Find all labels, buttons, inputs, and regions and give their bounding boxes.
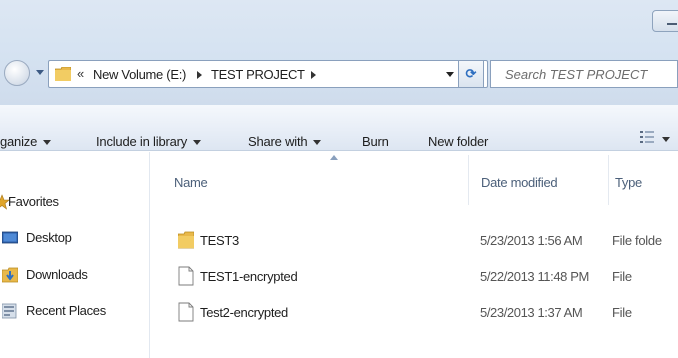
nav-item-label: Desktop [26, 230, 72, 245]
recent-places-icon [2, 303, 17, 319]
file-name: TEST3 [200, 233, 239, 248]
address-bar[interactable]: « New Volume (E:) TEST PROJECT [48, 60, 488, 88]
refresh-icon: ⟳ [465, 66, 477, 81]
column-header-label: Date modified [481, 175, 558, 190]
folder-icon [55, 67, 71, 81]
sort-ascending-icon [330, 155, 338, 160]
share-with-menu[interactable]: Share with [248, 134, 322, 149]
title-bar [0, 0, 678, 105]
address-dropdown-icon[interactable] [446, 72, 454, 77]
file-row[interactable]: TEST1-encrypted 5/22/2013 11:48 PM File [150, 264, 678, 290]
file-type: File [612, 269, 632, 284]
file-type: File folde [612, 233, 662, 248]
file-name: Test2-encrypted [200, 305, 288, 320]
nav-item-label: Recent Places [26, 303, 106, 318]
file-date-modified: 5/23/2013 1:37 AM [480, 305, 583, 320]
share-with-label: Share with [248, 134, 308, 149]
back-button[interactable] [4, 60, 30, 86]
desktop-icon [2, 231, 18, 244]
change-view-icon[interactable] [640, 130, 654, 144]
file-icon [178, 302, 194, 322]
navigation-pane [0, 152, 150, 358]
breadcrumb-new-volume[interactable]: New Volume (E:) [93, 67, 186, 82]
burn-button[interactable]: Burn [362, 134, 389, 149]
search-box[interactable] [490, 60, 678, 88]
file-row[interactable]: Test2-encrypted 5/23/2013 1:37 AM File [150, 300, 678, 326]
column-header-name[interactable]: Name [150, 155, 468, 205]
chevron-down-icon [43, 140, 52, 146]
file-name: TEST1-encrypted [200, 269, 298, 284]
minimize-button[interactable] [652, 10, 678, 32]
nav-item-label: Downloads [26, 267, 88, 282]
organize-label: ganize [0, 134, 38, 149]
file-date-modified: 5/22/2013 11:48 PM [480, 269, 589, 284]
refresh-button[interactable]: ⟳ [458, 60, 484, 88]
file-date-modified: 5/23/2013 1:56 AM [480, 233, 583, 248]
column-header-label: Type [615, 175, 642, 190]
column-header-label: Name [174, 175, 208, 190]
chevron-down-icon[interactable] [662, 137, 670, 142]
chevron-down-icon [193, 140, 202, 146]
breadcrumb-test-project[interactable]: TEST PROJECT [211, 67, 305, 82]
new-folder-button[interactable]: New folder [428, 134, 488, 149]
downloads-icon [2, 267, 18, 283]
column-header-type[interactable]: Type [608, 155, 678, 205]
recent-locations-dropdown[interactable] [36, 70, 44, 75]
include-in-library-label: Include in library [96, 134, 188, 149]
file-icon [178, 266, 194, 286]
file-row[interactable]: TEST3 5/23/2013 1:56 AM File folde [150, 228, 678, 254]
breadcrumb-arrow-icon[interactable] [197, 71, 202, 79]
chevron-down-icon [313, 140, 322, 146]
folder-icon [178, 231, 194, 249]
nav-item-label: Favorites [8, 194, 59, 209]
minimize-icon [667, 23, 677, 25]
breadcrumb-arrow-icon[interactable] [311, 71, 316, 79]
search-input[interactable] [491, 61, 677, 87]
file-type: File [612, 305, 632, 320]
organize-menu[interactable]: ganize [0, 134, 52, 149]
include-in-library-menu[interactable]: Include in library [96, 134, 202, 149]
breadcrumb-overflow[interactable]: « [77, 66, 84, 81]
column-header-date-modified[interactable]: Date modified [468, 155, 608, 205]
